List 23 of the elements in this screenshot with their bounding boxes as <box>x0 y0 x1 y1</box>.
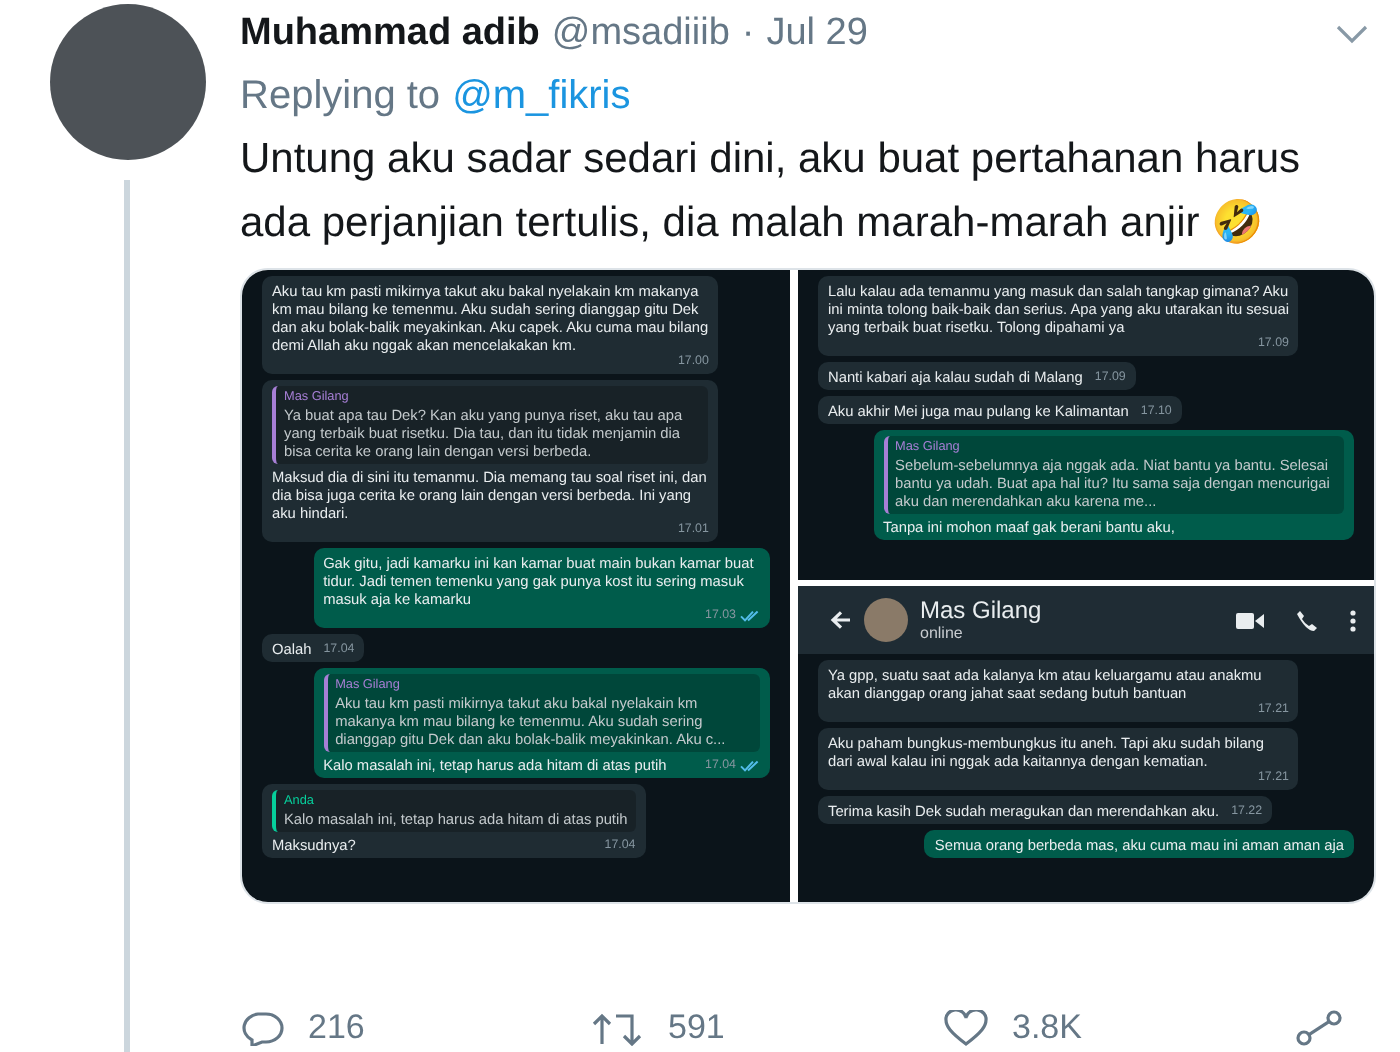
back-arrow-icon[interactable] <box>830 610 852 630</box>
share-icon[interactable] <box>1296 1010 1344 1046</box>
like-count: 3.8K <box>1012 1008 1082 1048</box>
heart-icon[interactable] <box>944 1010 988 1046</box>
video-camera-icon[interactable] <box>1236 611 1264 629</box>
replying-label: Replying to <box>240 74 441 120</box>
reply-count: 216 <box>308 1008 365 1048</box>
author-name[interactable]: Muhammad adib <box>240 12 540 56</box>
chevron-down-icon[interactable] <box>1336 24 1368 44</box>
tweet-text: Untung aku sadar sedari dini, aku buat pertahanan harus ada perjanjian tertulis, dia malah marah-marah anjir 🤣 <box>240 134 1303 250</box>
retweet-icon[interactable] <box>592 1011 644 1045</box>
retweet-count: 591 <box>668 1008 725 1048</box>
author-handle[interactable]: @msadiiib <box>551 12 730 56</box>
more-options-icon[interactable] <box>1350 609 1356 631</box>
contact-status: online <box>920 624 965 644</box>
contact-name: Mas Gilang <box>920 596 1042 624</box>
speech-bubble-icon[interactable] <box>240 1011 284 1045</box>
chat-screenshots[interactable] <box>240 268 1376 904</box>
mention-link[interactable]: @m_fikris <box>452 74 631 120</box>
separator-dot: · <box>741 12 755 56</box>
phone-icon[interactable] <box>1296 609 1318 631</box>
tweet-date[interactable]: Jul 29 <box>766 12 868 56</box>
avatar-icon[interactable] <box>864 598 908 642</box>
